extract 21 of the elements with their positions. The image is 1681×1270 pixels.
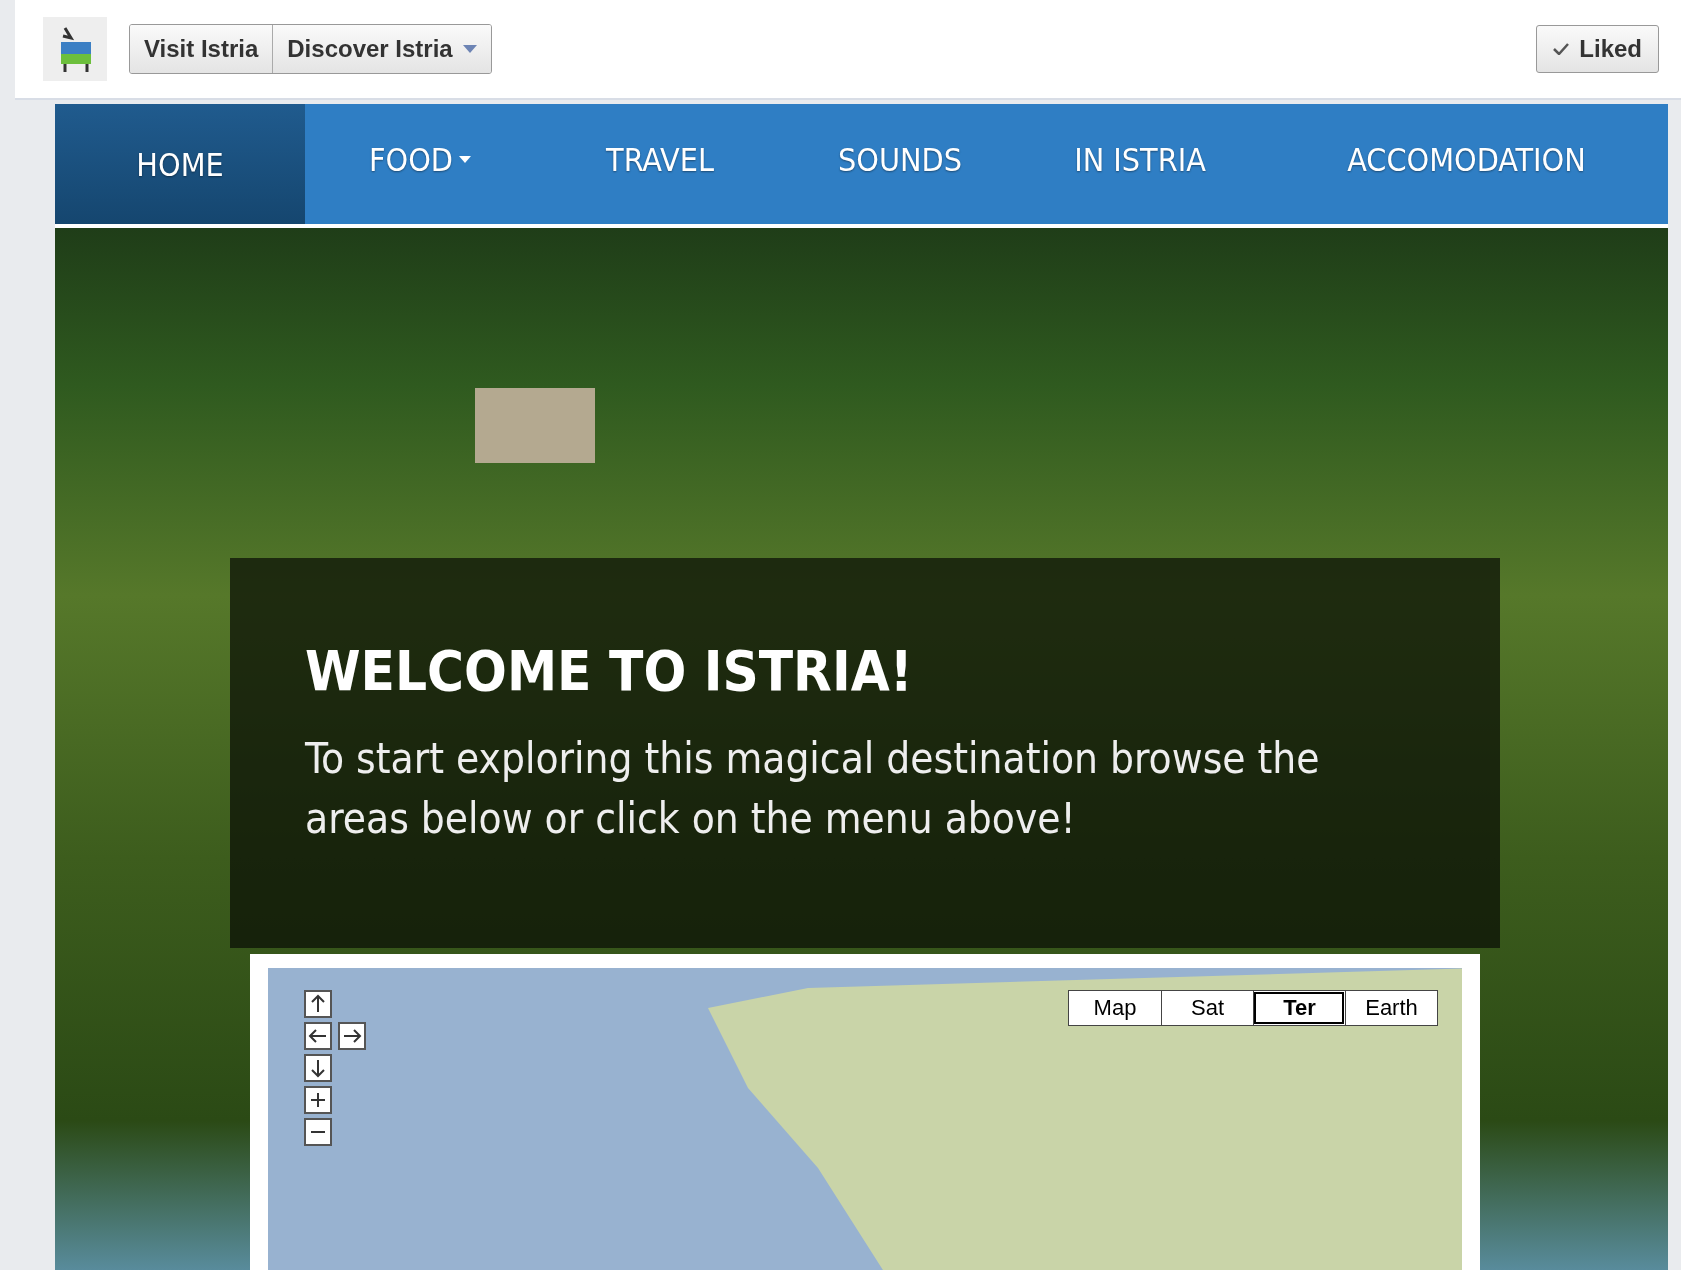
map-type-button[interactable]: Ter (1253, 991, 1345, 1025)
zoom-in-icon[interactable] (304, 1086, 332, 1114)
caret-icon (459, 156, 471, 163)
pan-right-icon[interactable] (338, 1022, 366, 1050)
caret-icon (462, 45, 477, 53)
zoom-out-icon[interactable] (304, 1118, 332, 1146)
pan-up-icon[interactable] (304, 990, 332, 1018)
nav-tab[interactable]: HOME (55, 104, 305, 224)
liked-button[interactable]: Liked (1536, 25, 1659, 73)
page-tab-button[interactable]: Discover Istria (272, 25, 491, 73)
nav-tab[interactable]: ACCOMODATION (1265, 104, 1668, 224)
pan-left-icon[interactable] (304, 1022, 332, 1050)
check-icon (1553, 43, 1570, 55)
welcome-title: WELCOME TO ISTRIA! (305, 638, 914, 703)
nav-tab[interactable]: TRAVEL (535, 104, 785, 224)
nav-tab[interactable]: SOUNDS (785, 104, 1015, 224)
nav-tab[interactable]: FOOD (305, 104, 535, 224)
pan-down-icon[interactable] (304, 1054, 332, 1082)
nav-tab[interactable]: IN ISTRIA (1015, 104, 1265, 224)
goat-logo-icon (43, 17, 107, 81)
welcome-text: To start exploring this magical destination browse the areas below or click on the menu above! (305, 733, 1321, 845)
